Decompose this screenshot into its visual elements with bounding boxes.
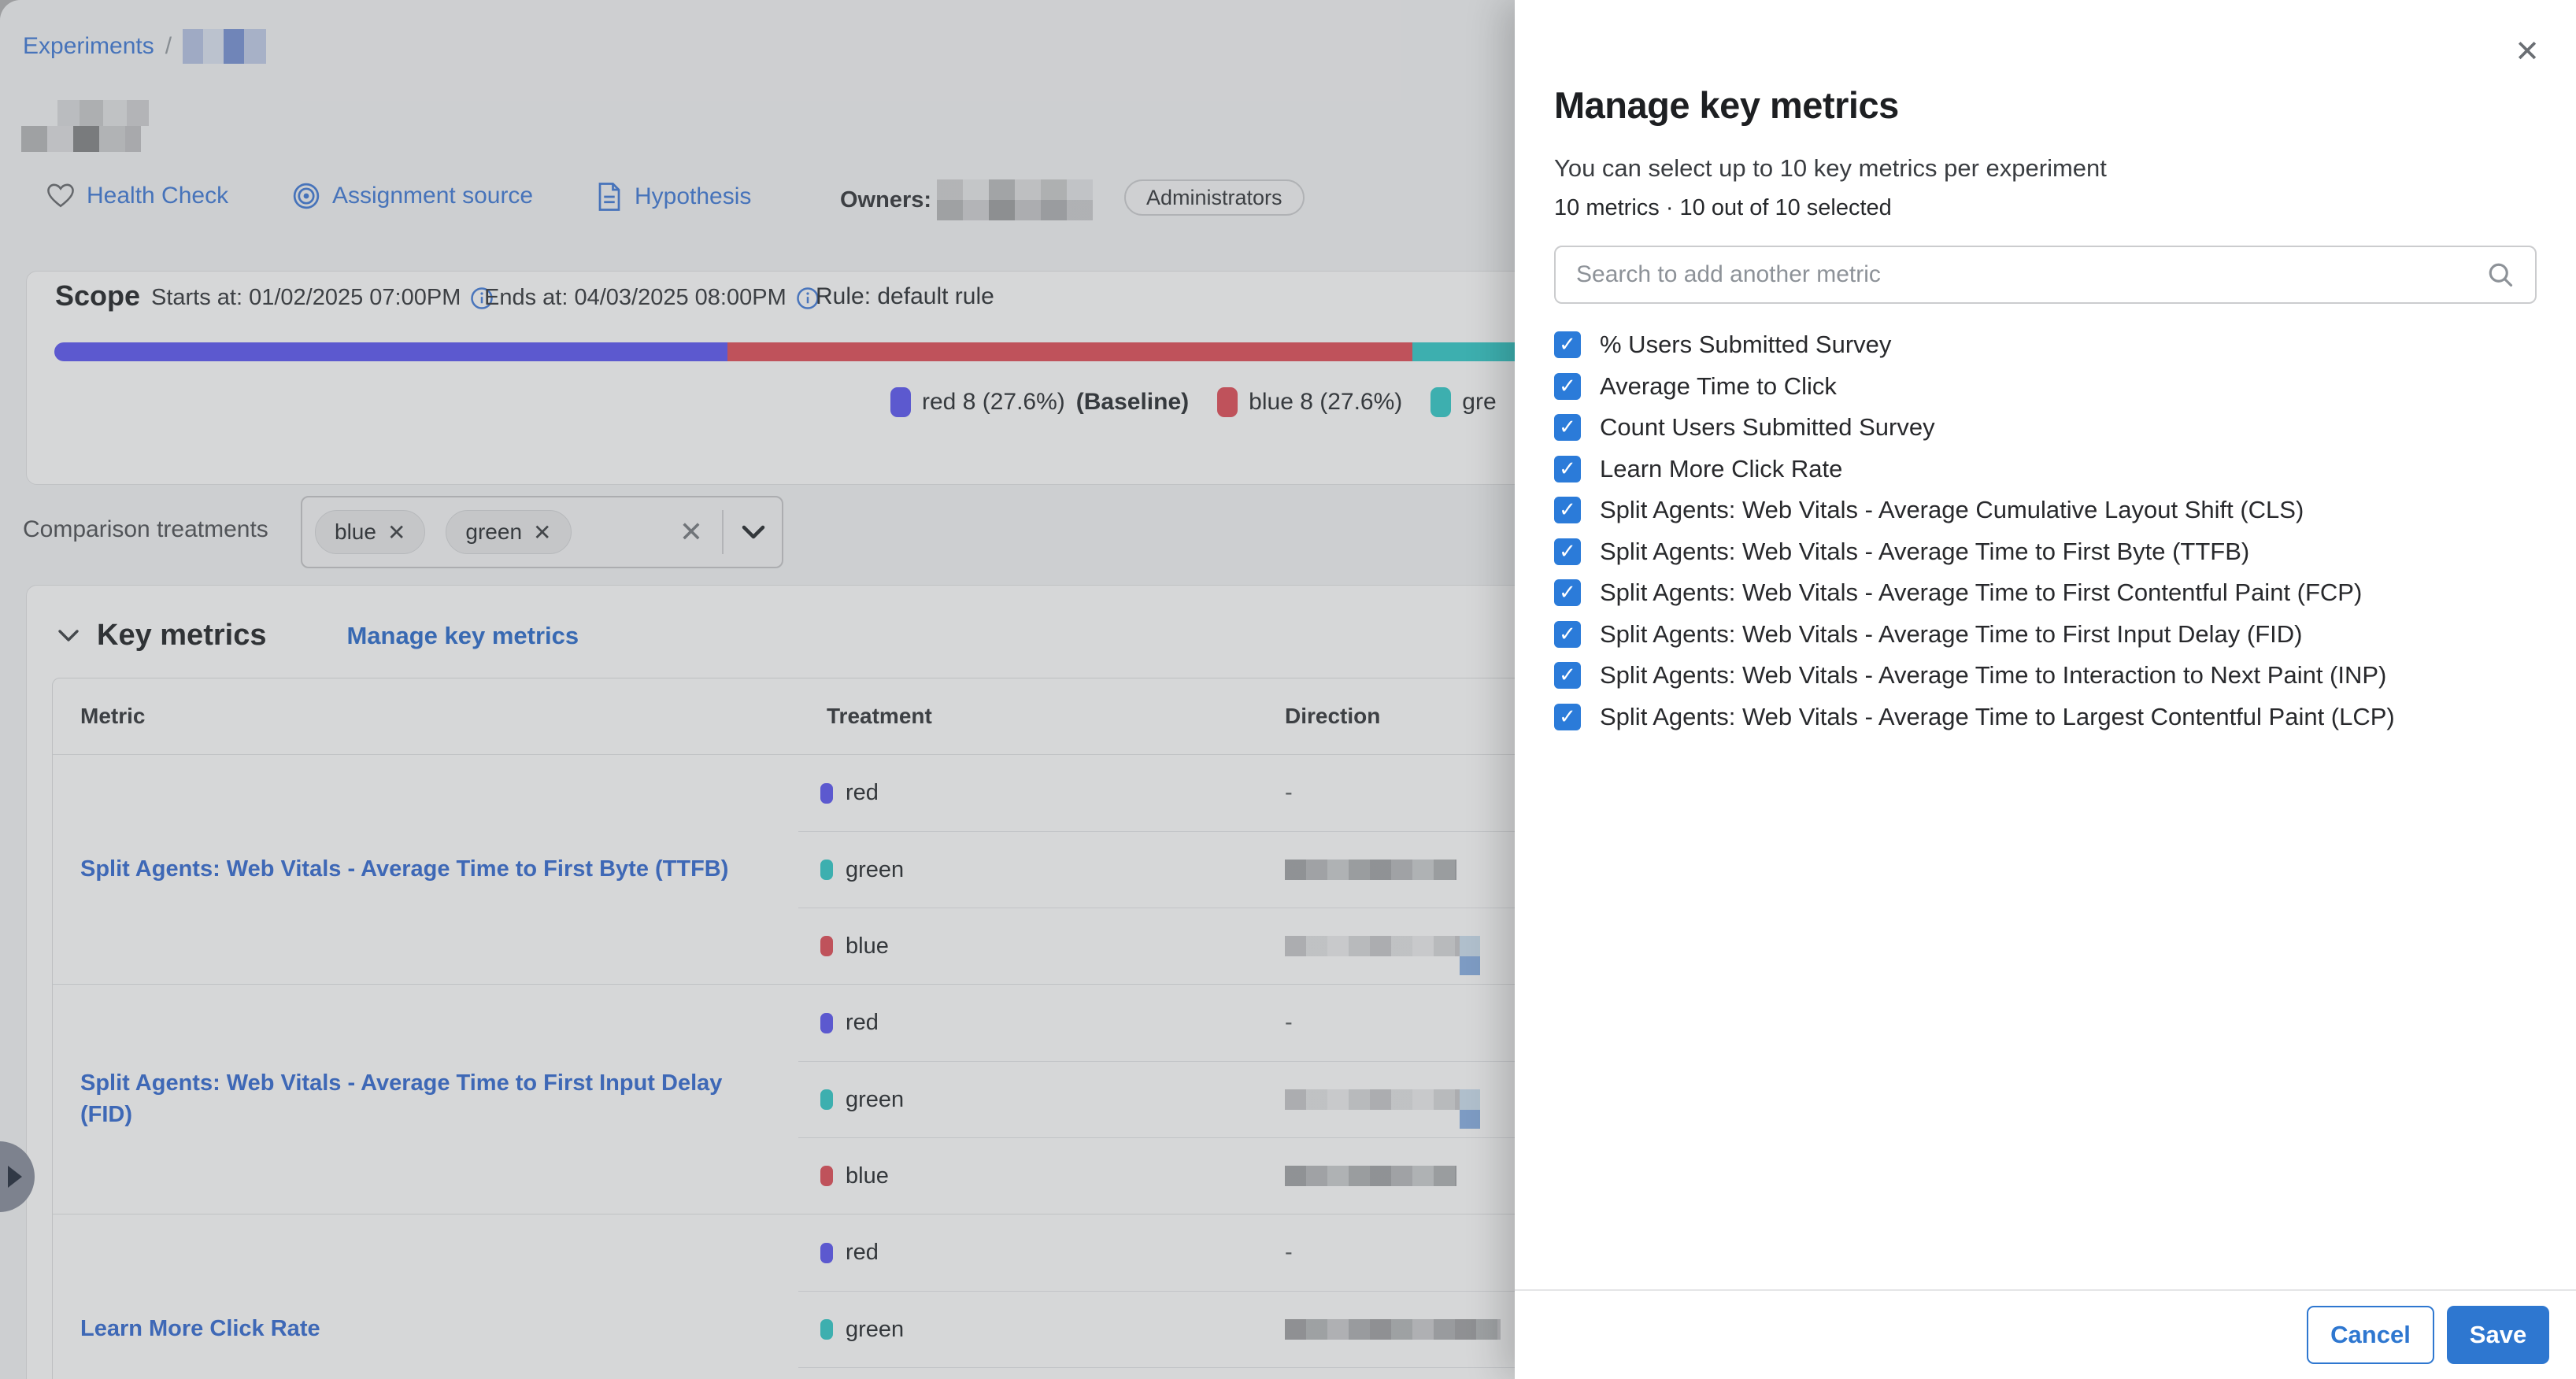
manage-key-metrics-panel: ✕ Manage key metrics You can select up t…: [1515, 0, 2576, 1379]
panel-title: Manage key metrics: [1554, 83, 1899, 127]
metric-checkbox-checked[interactable]: ✓: [1554, 579, 1581, 606]
list-item: ✓ Split Agents: Web Vitals - Average Time…: [1554, 614, 2545, 656]
list-item: ✓ Split Agents: Web Vitals - Average Time…: [1554, 531, 2545, 573]
check-icon: ✓: [1559, 664, 1576, 685]
check-icon: ✓: [1559, 416, 1576, 437]
metric-checkbox-checked[interactable]: ✓: [1554, 456, 1581, 482]
metrics-counter: 10 metrics · 10 out of 10 selected: [1554, 195, 1892, 221]
list-item: ✓ Learn More Click Rate: [1554, 449, 2545, 490]
metric-checklist: ✓ % Users Submitted Survey ✓ Average Time t…: [1554, 324, 2545, 738]
list-item: ✓ Split Agents: Web Vitals - Average Time…: [1554, 655, 2545, 697]
close-icon[interactable]: ✕: [2508, 33, 2546, 71]
list-item: ✓ Split Agents: Web Vitals - Average Time…: [1554, 572, 2545, 614]
list-item: ✓ Count Users Submitted Survey: [1554, 407, 2545, 449]
metric-checkbox-label: % Users Submitted Survey: [1600, 331, 1891, 359]
metric-checkbox-checked[interactable]: ✓: [1554, 331, 1581, 358]
metric-checkbox-label: Split Agents: Web Vitals - Average Time …: [1600, 703, 2395, 731]
panel-subtitle: You can select up to 10 key metrics per …: [1554, 154, 2107, 183]
metric-search-input[interactable]: [1576, 261, 2486, 288]
check-icon: ✓: [1559, 375, 1576, 396]
metric-checkbox-checked[interactable]: ✓: [1554, 538, 1581, 565]
metric-checkbox-checked[interactable]: ✓: [1554, 373, 1581, 400]
metric-checkbox-checked[interactable]: ✓: [1554, 704, 1581, 730]
check-icon: ✓: [1559, 623, 1576, 644]
save-button[interactable]: Save: [2447, 1306, 2549, 1364]
cancel-button[interactable]: Cancel: [2307, 1306, 2434, 1364]
metric-search-box: [1554, 246, 2537, 304]
metric-checkbox-checked[interactable]: ✓: [1554, 414, 1581, 441]
metric-checkbox-checked[interactable]: ✓: [1554, 621, 1581, 648]
metric-checkbox-label: Split Agents: Web Vitals - Average Time …: [1600, 620, 2302, 649]
check-icon: ✓: [1559, 706, 1576, 726]
list-item: ✓ Average Time to Click: [1554, 366, 2545, 408]
check-icon: ✓: [1559, 458, 1576, 479]
check-icon: ✓: [1559, 499, 1576, 519]
check-icon: ✓: [1559, 541, 1576, 561]
metric-checkbox-label: Split Agents: Web Vitals - Average Time …: [1600, 579, 2362, 607]
metric-checkbox-checked[interactable]: ✓: [1554, 662, 1581, 689]
metric-checkbox-label: Split Agents: Web Vitals - Average Time …: [1600, 661, 2386, 690]
panel-footer: Cancel Save: [1515, 1289, 2576, 1379]
check-icon: ✓: [1559, 582, 1576, 602]
metric-checkbox-checked[interactable]: ✓: [1554, 497, 1581, 523]
list-item: ✓ % Users Submitted Survey: [1554, 324, 2545, 366]
app-root: Experiments / Health Check Assignment so…: [0, 0, 2576, 1379]
list-item: ✓ Split Agents: Web Vitals - Average Time…: [1554, 697, 2545, 738]
list-item: ✓ Split Agents: Web Vitals - Average Cumu…: [1554, 490, 2545, 531]
search-icon: [2486, 261, 2515, 289]
metric-checkbox-label: Average Time to Click: [1600, 372, 1837, 401]
metric-checkbox-label: Learn More Click Rate: [1600, 455, 1842, 483]
metric-checkbox-label: Split Agents: Web Vitals - Average Cumul…: [1600, 496, 2304, 524]
check-icon: ✓: [1559, 334, 1576, 354]
metric-checkbox-label: Count Users Submitted Survey: [1600, 413, 1935, 442]
metric-checkbox-label: Split Agents: Web Vitals - Average Time …: [1600, 538, 2249, 566]
